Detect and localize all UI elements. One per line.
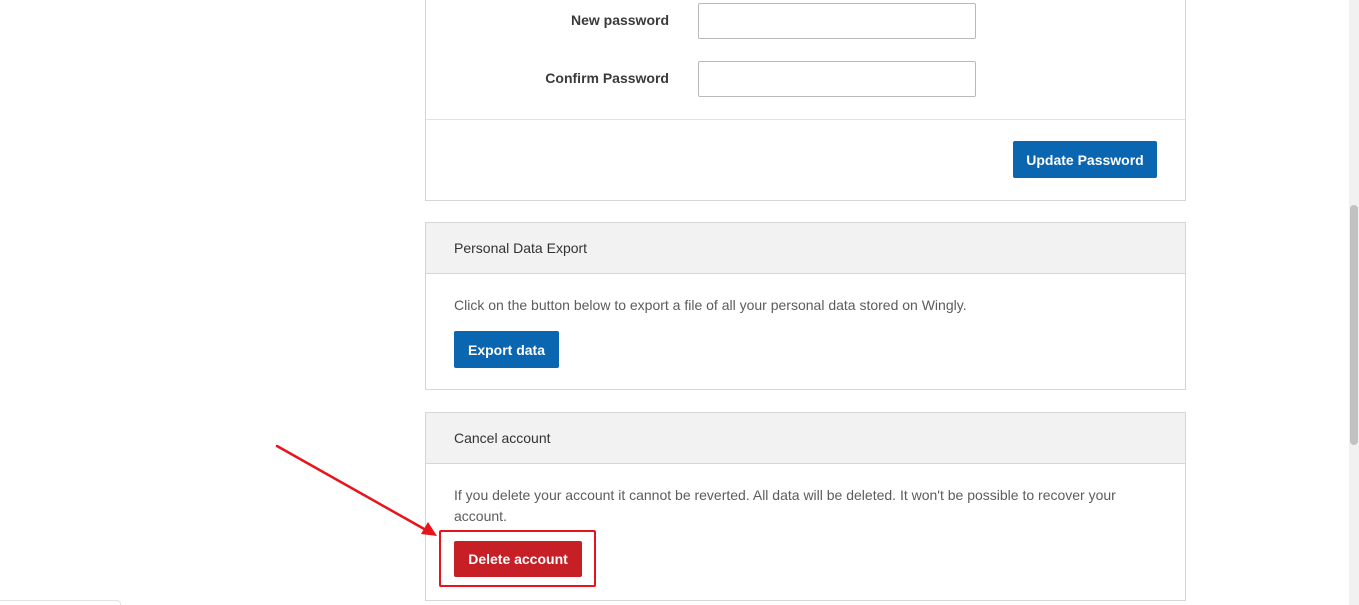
- confirm-password-label: Confirm Password: [545, 70, 669, 86]
- change-password-card: New password Confirm Password Update Pas…: [425, 0, 1186, 201]
- card-divider: [426, 119, 1185, 120]
- personal-data-export-description: Click on the button below to export a fi…: [454, 297, 967, 313]
- account-settings-page: New password Confirm Password Update Pas…: [0, 0, 1359, 605]
- cancel-account-title: Cancel account: [426, 413, 1185, 464]
- cancel-account-description: If you delete your account it cannot be …: [454, 487, 1116, 524]
- confirm-password-input[interactable]: [698, 61, 976, 97]
- delete-account-button[interactable]: Delete account: [454, 541, 582, 577]
- confirm-password-row: Confirm Password: [426, 61, 1185, 97]
- personal-data-export-title: Personal Data Export: [426, 223, 1185, 274]
- new-password-input[interactable]: [698, 3, 976, 39]
- export-data-button[interactable]: Export data: [454, 331, 559, 368]
- bottom-left-edge: [0, 600, 121, 605]
- cancel-account-card: Cancel account If you delete your accoun…: [425, 412, 1186, 601]
- personal-data-export-card: Personal Data Export Click on the button…: [425, 222, 1186, 390]
- new-password-label: New password: [570, 12, 669, 28]
- page-scrollbar[interactable]: [1349, 0, 1359, 605]
- scrollbar-thumb[interactable]: [1350, 205, 1358, 445]
- new-password-row: New password: [426, 3, 1185, 39]
- update-password-button[interactable]: Update Password: [1013, 141, 1157, 178]
